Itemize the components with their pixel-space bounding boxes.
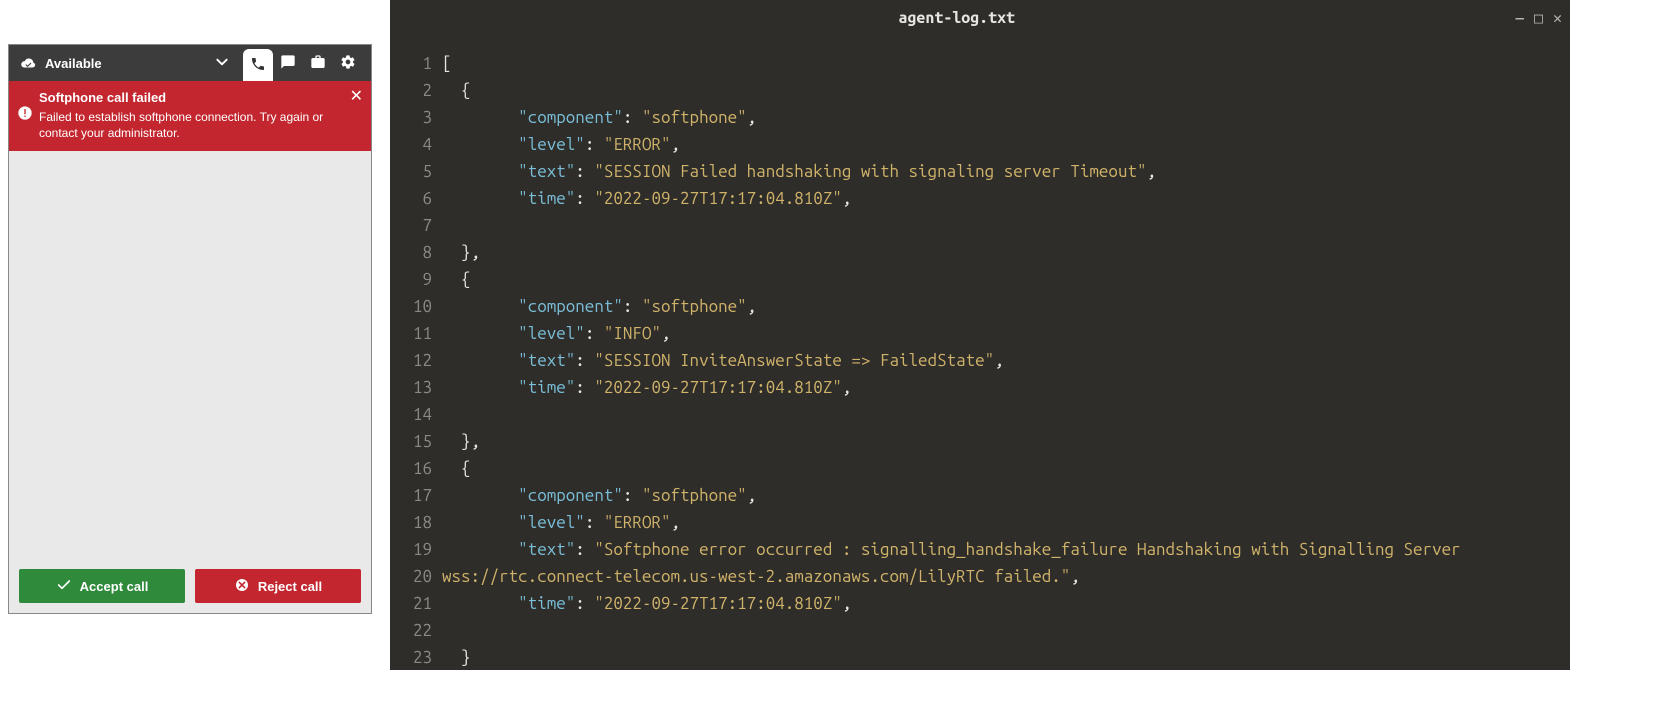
code-line: "level": "ERROR", bbox=[442, 509, 1560, 536]
line-number: 12 bbox=[400, 347, 432, 374]
line-number: 22 bbox=[400, 617, 432, 644]
reject-call-button[interactable]: Reject call bbox=[195, 569, 361, 603]
code-line: { bbox=[442, 266, 1560, 293]
code-line bbox=[442, 401, 1560, 428]
tab-tasks[interactable] bbox=[303, 45, 333, 81]
code-line: } bbox=[442, 644, 1560, 670]
alert-icon bbox=[17, 105, 33, 125]
line-number: 17 bbox=[400, 482, 432, 509]
softphone-panel: Available bbox=[8, 44, 372, 614]
line-number: 1 bbox=[400, 50, 432, 77]
code-line: "component": "softphone", bbox=[442, 104, 1560, 131]
line-number: 23 bbox=[400, 644, 432, 670]
accept-label: Accept call bbox=[80, 579, 149, 594]
line-number: 2 bbox=[400, 77, 432, 104]
code-line: "component": "softphone", bbox=[442, 482, 1560, 509]
code-line bbox=[442, 617, 1560, 644]
editor-body: 1234567891011121314151617181920212223 [ … bbox=[390, 36, 1570, 670]
line-number: 4 bbox=[400, 131, 432, 158]
code-line: { bbox=[442, 455, 1560, 482]
gear-icon bbox=[340, 54, 356, 73]
window-maximize-icon[interactable]: □ bbox=[1534, 9, 1543, 27]
line-number: 18 bbox=[400, 509, 432, 536]
accept-call-button[interactable]: Accept call bbox=[19, 569, 185, 603]
tab-chat[interactable] bbox=[273, 45, 303, 81]
editor-filename: agent-log.txt bbox=[398, 9, 1516, 27]
softphone-body bbox=[9, 151, 371, 559]
line-number: 5 bbox=[400, 158, 432, 185]
code-line: "time": "2022-09-27T17:17:04.810Z", bbox=[442, 590, 1560, 617]
editor-window: agent-log.txt — □ ✕ 12345678910111213141… bbox=[390, 0, 1570, 670]
error-body: Failed to establish softphone connection… bbox=[39, 109, 343, 141]
code-line: }, bbox=[442, 239, 1560, 266]
tab-settings[interactable] bbox=[333, 45, 363, 81]
line-number: 6 bbox=[400, 185, 432, 212]
line-number: 9 bbox=[400, 266, 432, 293]
line-number: 11 bbox=[400, 320, 432, 347]
line-number: 15 bbox=[400, 428, 432, 455]
briefcase-icon bbox=[310, 54, 326, 73]
code-line: { bbox=[442, 77, 1560, 104]
line-number: 20 bbox=[400, 563, 432, 590]
code-line: }, bbox=[442, 428, 1560, 455]
check-icon bbox=[56, 577, 72, 596]
code-line: "level": "INFO", bbox=[442, 320, 1560, 347]
line-number: 13 bbox=[400, 374, 432, 401]
line-number: 19 bbox=[400, 536, 432, 563]
code-line: [ bbox=[442, 50, 1560, 77]
line-number: 21 bbox=[400, 590, 432, 617]
line-number: 10 bbox=[400, 293, 432, 320]
code-line: "text": "Softphone error occurred : sign… bbox=[442, 536, 1560, 590]
code-line bbox=[442, 212, 1560, 239]
tab-phone[interactable] bbox=[243, 49, 273, 81]
chevron-down-icon[interactable] bbox=[215, 55, 229, 72]
window-minimize-icon[interactable]: — bbox=[1516, 9, 1524, 27]
close-icon[interactable]: ✕ bbox=[350, 89, 363, 105]
code-line: "text": "SESSION InviteAnswerState => Fa… bbox=[442, 347, 1560, 374]
cloud-status-icon bbox=[19, 56, 37, 70]
code-line: "text": "SESSION Failed handshaking with… bbox=[442, 158, 1560, 185]
code-line: "time": "2022-09-27T17:17:04.810Z", bbox=[442, 185, 1560, 212]
reject-label: Reject call bbox=[258, 579, 322, 594]
code-area[interactable]: [ { "component": "softphone", "level": "… bbox=[442, 50, 1560, 656]
error-title: Softphone call failed bbox=[39, 89, 343, 107]
code-line: "level": "ERROR", bbox=[442, 131, 1560, 158]
reject-icon bbox=[234, 577, 250, 596]
error-banner: Softphone call failed Failed to establis… bbox=[9, 81, 371, 151]
line-number: 14 bbox=[400, 401, 432, 428]
phone-icon bbox=[250, 56, 266, 75]
line-number: 16 bbox=[400, 455, 432, 482]
editor-titlebar: agent-log.txt — □ ✕ bbox=[390, 0, 1570, 36]
line-number-gutter: 1234567891011121314151617181920212223 bbox=[400, 50, 442, 656]
window-close-icon[interactable]: ✕ bbox=[1553, 9, 1562, 27]
status-dropdown[interactable]: Available bbox=[19, 55, 235, 72]
code-line: "time": "2022-09-27T17:17:04.810Z", bbox=[442, 374, 1560, 401]
softphone-tabs bbox=[243, 45, 363, 81]
line-number: 8 bbox=[400, 239, 432, 266]
code-line: "component": "softphone", bbox=[442, 293, 1560, 320]
chat-icon bbox=[280, 54, 296, 73]
softphone-topbar: Available bbox=[9, 45, 371, 81]
window-controls: — □ ✕ bbox=[1516, 9, 1562, 27]
softphone-footer: Accept call Reject call bbox=[9, 559, 371, 613]
line-number: 7 bbox=[400, 212, 432, 239]
status-label: Available bbox=[45, 56, 102, 71]
line-number: 3 bbox=[400, 104, 432, 131]
